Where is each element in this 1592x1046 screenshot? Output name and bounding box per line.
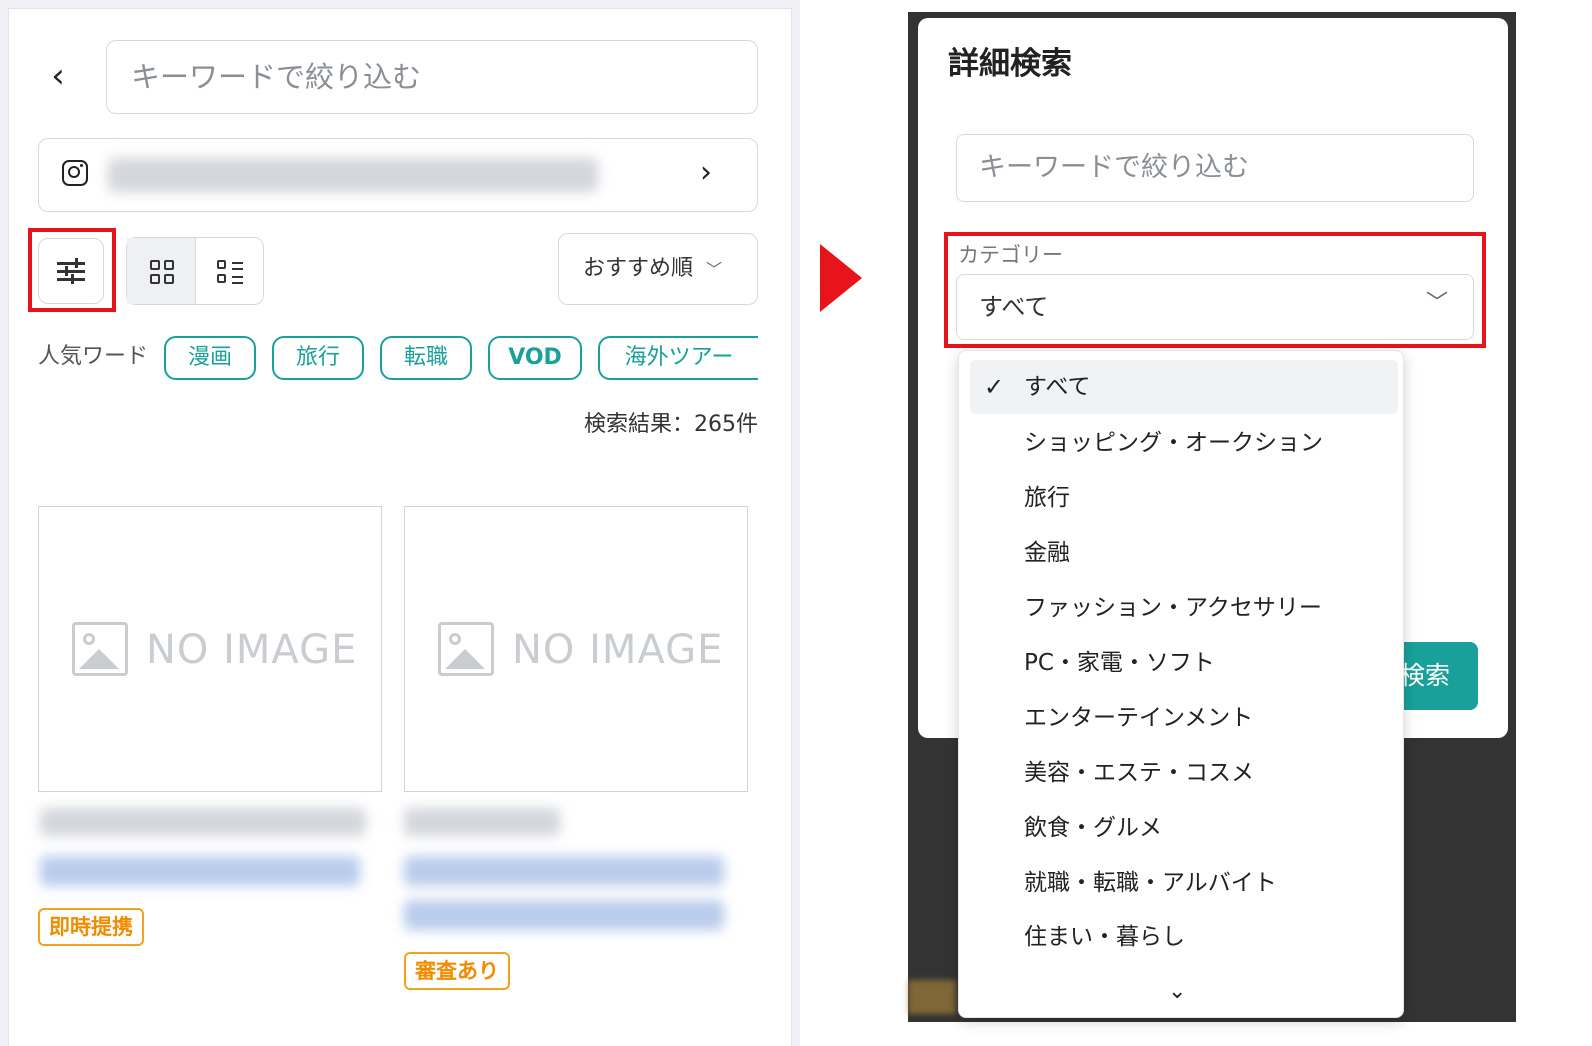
status-badge: 即時提携 [38,908,144,946]
background-badge-hint [908,980,956,1014]
blurred-card-link [40,856,360,886]
category-option[interactable]: 住まい・暮らし [1024,922,1185,952]
filter-highlight-frame [28,228,116,312]
no-image-text: NO IMAGE [512,627,724,673]
category-option[interactable]: 金融 [1024,538,1070,568]
category-option[interactable]: 旅行 [1024,483,1070,513]
sort-dropdown[interactable]: おすすめ順 ﹀ [558,233,758,305]
instagram-icon [62,160,88,186]
category-option[interactable]: ファッション・アクセサリー [1024,593,1322,623]
blurred-card-title [404,808,560,836]
result-count: 検索結果：265件 [584,412,758,437]
modal-title: 詳細検索 [948,46,1072,82]
scroll-more-chevron-icon[interactable]: ⌄ [1168,980,1186,1004]
status-badge: 審査あり [404,952,510,990]
category-highlight-frame [944,232,1486,348]
blurred-card-link [404,856,724,886]
modal-keyword-input[interactable]: キーワードで絞り込む [956,134,1474,202]
keyword-search-input[interactable]: キーワードで絞り込む [106,40,758,114]
category-option[interactable]: ショッピング・オークション [1024,428,1323,458]
category-option[interactable]: PC・家電・ソフト [1024,648,1215,678]
sort-label: おすすめ順 [583,256,694,281]
popular-word-chip[interactable]: 海外ツアー [598,336,758,380]
popular-word-chip[interactable]: 旅行 [272,336,364,380]
category-option[interactable]: 就職・転職・アルバイト [1024,868,1277,898]
category-option[interactable]: すべて [1024,372,1090,402]
no-image-text: NO IMAGE [146,627,358,673]
popular-word-chip[interactable]: VOD [488,336,582,380]
check-icon: ✓ [984,373,1005,401]
back-chevron-icon[interactable]: ‹ [44,58,72,94]
category-option[interactable]: 飲食・グルメ [1024,813,1162,843]
list-view-icon[interactable] [217,260,243,284]
popular-word-chip[interactable]: 転職 [380,336,472,380]
popular-word-chip[interactable]: 漫画 [164,336,256,380]
chevron-down-icon: ﹀ [706,260,723,279]
category-option[interactable]: エンターテインメント [1024,703,1253,733]
category-option[interactable]: 美容・エステ・コスメ [1024,758,1254,788]
blurred-card-title [40,808,366,836]
image-placeholder-icon [438,622,494,676]
blurred-account-name [108,158,598,192]
grid-view-icon [150,260,174,284]
chevron-right-icon: › [700,155,712,190]
blurred-card-link [404,900,724,930]
transition-arrow-icon [820,244,862,312]
popular-words-label: 人気ワード [38,344,149,369]
image-placeholder-icon [72,622,128,676]
